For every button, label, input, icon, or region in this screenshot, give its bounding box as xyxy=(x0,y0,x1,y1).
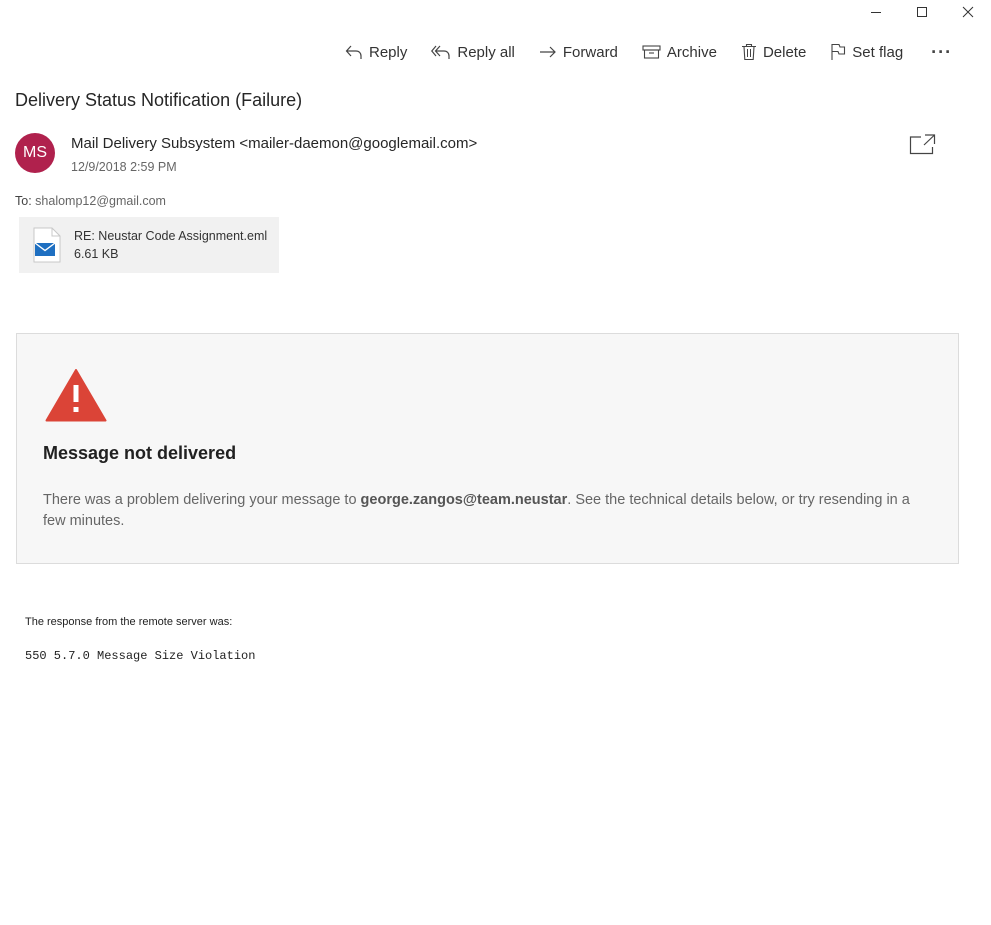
forward-button[interactable]: Forward xyxy=(539,40,618,64)
open-in-new-window-button[interactable] xyxy=(909,133,936,160)
close-icon xyxy=(962,6,974,18)
email-file-icon xyxy=(33,227,61,268)
avatar-initials: MS xyxy=(23,144,47,161)
response-code: 550 5.7.0 Message Size Violation xyxy=(25,649,256,663)
set-flag-label: Set flag xyxy=(852,43,904,61)
archive-label: Archive xyxy=(666,43,717,61)
to-label: To: xyxy=(15,194,32,208)
message-date: 12/9/2018 2:59 PM xyxy=(71,160,177,174)
reply-all-button[interactable]: Reply all xyxy=(431,40,515,64)
avatar: MS xyxy=(15,133,55,173)
minimize-icon xyxy=(871,12,881,13)
sender-name[interactable]: Mail Delivery Subsystem <mailer-daemon@g… xyxy=(71,135,477,152)
more-options-button[interactable]: ··· xyxy=(931,40,952,64)
reply-icon xyxy=(345,45,362,59)
delete-label: Delete xyxy=(762,43,807,61)
more-options-icon: ··· xyxy=(931,41,953,62)
minimize-button[interactable] xyxy=(853,0,899,24)
maximize-icon xyxy=(917,7,927,17)
notice-heading: Message not delivered xyxy=(43,443,237,463)
delivery-failure-notice: Message not delivered There was a proble… xyxy=(16,333,959,564)
reply-all-label: Reply all xyxy=(457,43,515,61)
attachment-name: RE: Neustar Code Assignment.eml xyxy=(74,229,268,243)
response-label: The response from the remote server was: xyxy=(25,616,233,628)
pop-out-icon xyxy=(909,134,936,155)
set-flag-button[interactable]: Set flag xyxy=(830,40,903,64)
reply-button[interactable]: Reply xyxy=(345,40,407,64)
flag-icon xyxy=(831,43,846,60)
reply-label: Reply xyxy=(369,43,408,61)
maximize-button[interactable] xyxy=(899,0,945,24)
message-subject: Delivery Status Notification (Failure) xyxy=(15,90,303,110)
recipient-line: To: shalomp12@gmail.com xyxy=(15,194,166,208)
trash-icon xyxy=(741,43,756,61)
notice-body: There was a problem delivering your mess… xyxy=(43,490,923,532)
forward-label: Forward xyxy=(562,43,618,61)
delete-button[interactable]: Delete xyxy=(741,40,806,64)
forward-arrow-icon xyxy=(539,46,556,58)
message-toolbar: Reply Reply all Forward Archive Delete S… xyxy=(345,40,952,64)
attachment-card[interactable]: RE: Neustar Code Assignment.eml 6.61 KB xyxy=(19,217,279,273)
failed-recipient: george.zangos@team.neustar xyxy=(360,492,568,508)
archive-icon xyxy=(642,45,661,59)
close-button[interactable] xyxy=(945,0,991,24)
attachment-size: 6.61 KB xyxy=(74,247,119,261)
notice-body-intro: There was a problem delivering your mess… xyxy=(43,492,361,508)
archive-button[interactable]: Archive xyxy=(642,40,717,64)
warning-icon xyxy=(45,368,107,427)
to-address[interactable]: shalomp12@gmail.com xyxy=(35,194,166,208)
reply-all-icon xyxy=(431,45,450,59)
window-controls xyxy=(853,0,991,24)
